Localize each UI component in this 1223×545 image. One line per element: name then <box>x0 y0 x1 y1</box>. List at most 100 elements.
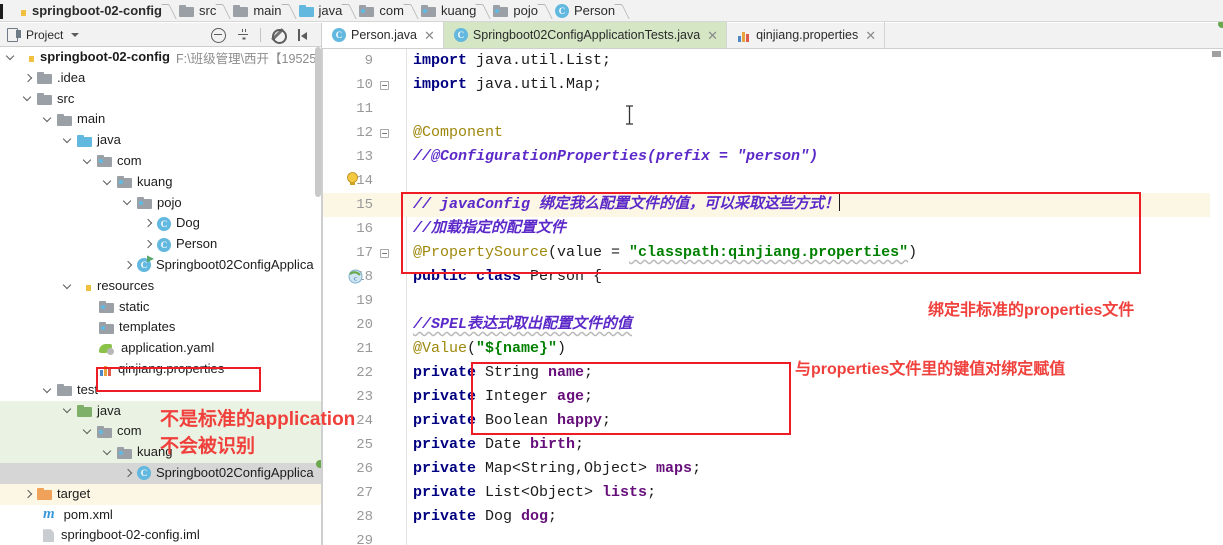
breadcrumb-item-com[interactable]: com <box>354 0 407 22</box>
iml-icon <box>43 529 56 542</box>
tree-item-main[interactable]: main <box>0 109 321 130</box>
folder-orange-icon <box>37 488 52 501</box>
tree-item-springboot02configapplicationtests[interactable]: C Springboot02ConfigApplica <box>0 462 321 484</box>
package-icon <box>359 4 375 17</box>
tree-item-application-yaml[interactable]: application.yaml <box>0 338 321 359</box>
package-icon <box>117 446 132 459</box>
breadcrumb-item-person[interactable]: C Person <box>550 0 618 22</box>
annotation-not-standard-application: 不是标准的application <box>160 409 356 430</box>
properties-icon <box>99 363 113 376</box>
line-number: 11 <box>356 101 373 117</box>
tree-item-pojo[interactable]: pojo <box>0 193 321 214</box>
line-number: 26 <box>356 461 373 477</box>
collapse-icon[interactable] <box>235 27 251 43</box>
scrollbar-thumb[interactable] <box>1212 51 1221 57</box>
resources-folder-icon <box>77 280 92 292</box>
project-tree[interactable]: springboot-02-config F:\班级管理\西开【19525】 .… <box>0 47 322 545</box>
properties-icon <box>737 29 751 42</box>
run-class-icon: C <box>137 258 151 273</box>
breadcrumb-item-src[interactable]: src <box>174 0 219 22</box>
chevron-down-icon[interactable] <box>123 197 134 208</box>
chevron-down-icon[interactable] <box>103 447 114 458</box>
editor-tab-bar: C Person.java ✕ C Springboot02ConfigAppl… <box>322 22 1223 49</box>
breadcrumb[interactable]: springboot-02-config src main java com k… <box>0 0 1223 22</box>
code-line-13: //@ConfigurationProperties(prefix = "per… <box>413 148 819 165</box>
breadcrumb-item-main[interactable]: main <box>228 0 284 22</box>
class-icon: C <box>157 237 171 252</box>
breadcrumb-marker <box>0 4 3 19</box>
annotation-bind-key-value: 与properties文件里的键值对绑定赋值 <box>795 361 1066 378</box>
tree-item-com[interactable]: com <box>0 151 321 172</box>
chevron-down-icon[interactable] <box>71 32 80 37</box>
project-icon <box>7 28 21 42</box>
tab-person-java[interactable]: C Person.java ✕ <box>322 22 444 48</box>
chevron-down-icon[interactable] <box>6 52 17 63</box>
close-icon[interactable]: ✕ <box>424 29 435 42</box>
tree-item-springboot02configapplication[interactable]: C Springboot02ConfigApplica <box>0 255 321 276</box>
breadcrumb-item-pojo[interactable]: pojo <box>488 0 541 22</box>
target-icon[interactable] <box>210 27 226 43</box>
tree-item-qinjiang-properties[interactable]: qinjiang.properties <box>0 359 321 380</box>
tab-qinjiang-properties[interactable]: qinjiang.properties ✕ <box>727 22 886 48</box>
breadcrumb-separator <box>285 0 294 22</box>
gear-icon[interactable] <box>270 27 287 44</box>
tree-item-springboot-02-config[interactable]: springboot-02-config F:\班级管理\西开【19525】 <box>0 47 321 68</box>
chevron-right-icon[interactable] <box>123 468 134 479</box>
tree-item-iml[interactable]: springboot-02-config.iml <box>0 525 321 545</box>
tree-scrollbar-thumb[interactable] <box>315 47 321 197</box>
close-icon[interactable]: ✕ <box>865 29 876 42</box>
package-icon <box>97 155 112 168</box>
chevron-down-icon[interactable] <box>83 426 94 437</box>
tree-item-kuang[interactable]: kuang <box>0 172 321 193</box>
chevron-right-icon[interactable] <box>143 218 154 229</box>
editor-gutter[interactable]: 9 10 11 12 13 14 15 16 17 c 18 19 20 21 … <box>323 49 407 545</box>
code-line-12: @Component <box>413 124 504 141</box>
chevron-down-icon[interactable] <box>63 135 74 146</box>
line-number: 20 <box>356 317 373 333</box>
fold-marker-icon[interactable] <box>380 81 389 90</box>
fold-marker-icon[interactable] <box>380 249 389 258</box>
tree-item-idea[interactable]: .idea <box>0 68 321 89</box>
tree-item-person[interactable]: C Person <box>0 234 321 255</box>
line-number: 28 <box>356 509 373 525</box>
tab-springboot02configapplicationtests-java[interactable]: C Springboot02ConfigApplicationTests.jav… <box>443 22 728 48</box>
mouse-text-cursor <box>626 105 633 125</box>
line-number: 21 <box>356 341 373 357</box>
chevron-down-icon[interactable] <box>103 177 114 188</box>
chevron-down-icon[interactable] <box>83 156 94 167</box>
editor-scrollbar[interactable] <box>1210 49 1223 545</box>
tree-item-src[interactable]: src <box>0 89 321 110</box>
breadcrumb-item-kuang[interactable]: kuang <box>416 0 479 22</box>
chevron-right-icon[interactable] <box>123 260 134 271</box>
code-line-26: private Map<String,Object> maps; <box>413 460 702 477</box>
chevron-down-icon[interactable] <box>43 114 54 125</box>
chevron-down-icon[interactable] <box>23 93 34 104</box>
fold-marker-icon[interactable] <box>380 129 389 138</box>
breadcrumb-separator <box>345 0 354 22</box>
tree-item-pom-xml[interactable]: m pom.xml <box>0 505 321 526</box>
tree-item-templates[interactable]: templates <box>0 317 321 338</box>
tree-item-dog[interactable]: C Dog <box>0 213 321 234</box>
chevron-right-icon[interactable] <box>23 489 34 500</box>
annotation-bind-nonstandard-properties: 绑定非标准的properties文件 <box>928 302 1135 319</box>
close-icon[interactable]: ✕ <box>707 29 718 42</box>
chevron-down-icon[interactable] <box>43 385 54 396</box>
chevron-right-icon[interactable] <box>23 73 34 84</box>
tree-item-test[interactable]: test <box>0 380 321 401</box>
package-icon <box>97 425 112 438</box>
tree-item-java-main[interactable]: java <box>0 130 321 151</box>
code-line-18: public class Person { <box>413 268 603 285</box>
hide-icon[interactable] <box>295 27 311 43</box>
maven-icon: m <box>43 506 55 523</box>
project-tool-window-title[interactable]: Project <box>26 28 63 42</box>
chevron-down-icon[interactable] <box>63 405 74 416</box>
chevron-down-icon[interactable] <box>63 281 74 292</box>
breadcrumb-item-module[interactable]: springboot-02-config <box>4 0 165 22</box>
tree-item-static[interactable]: static <box>0 297 321 318</box>
breadcrumb-item-java[interactable]: java <box>294 0 346 22</box>
chevron-right-icon[interactable] <box>143 239 154 250</box>
tree-item-resources[interactable]: resources <box>0 276 321 297</box>
tree-item-target[interactable]: target <box>0 483 321 505</box>
folder-grey-icon <box>57 384 72 397</box>
